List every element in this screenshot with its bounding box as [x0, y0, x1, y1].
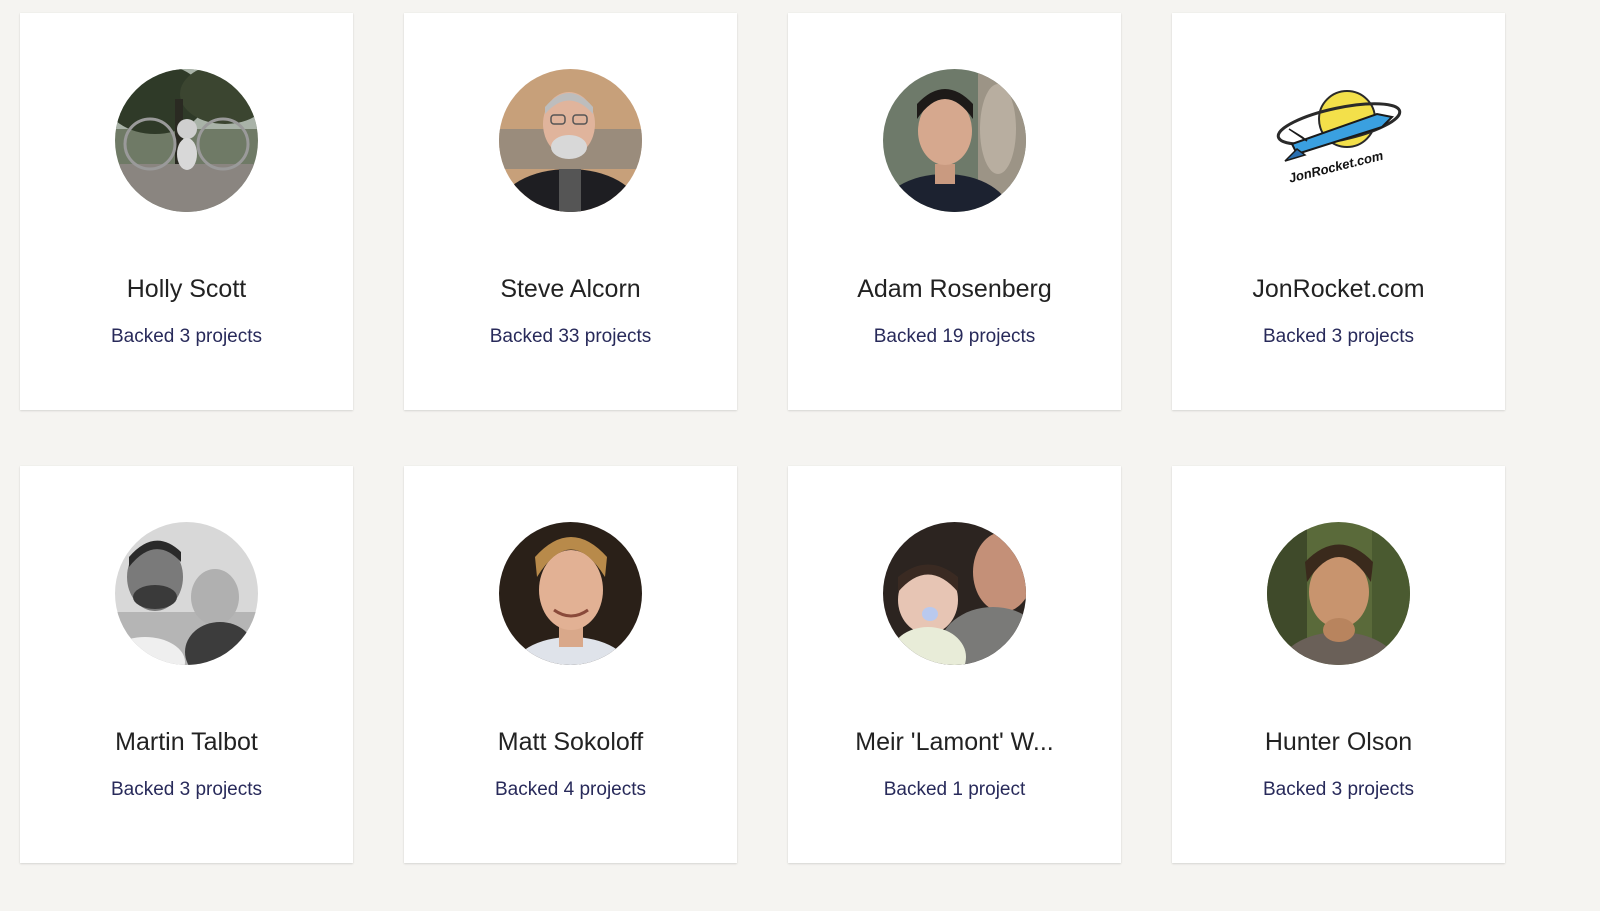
backer-card[interactable]: JonRocket.com JonRocket.com Backed 3 pro…: [1172, 13, 1505, 410]
backed-count-link[interactable]: Backed 3 projects: [20, 326, 353, 348]
backed-count-link[interactable]: Backed 19 projects: [788, 326, 1121, 348]
photo-man-icon[interactable]: [883, 69, 1026, 212]
backed-count-link[interactable]: Backed 1 project: [788, 779, 1121, 801]
backed-count-link[interactable]: Backed 33 projects: [404, 326, 737, 348]
backed-count-link[interactable]: Backed 3 projects: [20, 779, 353, 801]
backer-card[interactable]: Holly Scott Backed 3 projects: [20, 13, 353, 410]
backer-name[interactable]: Martin Talbot: [20, 728, 353, 757]
photo-man-glasses-icon[interactable]: [499, 69, 642, 212]
photo-man-child-icon[interactable]: [115, 522, 258, 665]
backer-card[interactable]: Hunter Olson Backed 3 projects: [1172, 466, 1505, 863]
photo-man-smiling-icon[interactable]: [499, 522, 642, 665]
backer-card[interactable]: Meir 'Lamont' W... Backed 1 project: [788, 466, 1121, 863]
backer-name[interactable]: Meir 'Lamont' W...: [788, 728, 1121, 757]
backer-name[interactable]: Adam Rosenberg: [788, 275, 1121, 304]
backer-card[interactable]: Adam Rosenberg Backed 19 projects: [788, 13, 1121, 410]
backer-name[interactable]: Holly Scott: [20, 275, 353, 304]
backer-name[interactable]: Matt Sokoloff: [404, 728, 737, 757]
backer-card[interactable]: Steve Alcorn Backed 33 projects: [404, 13, 737, 410]
backer-card[interactable]: Martin Talbot Backed 3 projects: [20, 466, 353, 863]
photo-man-thinking-icon[interactable]: [1267, 522, 1410, 665]
backer-card[interactable]: Matt Sokoloff Backed 4 projects: [404, 466, 737, 863]
backer-name[interactable]: JonRocket.com: [1172, 275, 1505, 304]
rocket-logo-icon[interactable]: JonRocket.com: [1267, 69, 1410, 212]
backer-name[interactable]: Hunter Olson: [1172, 728, 1505, 757]
backed-count-link[interactable]: Backed 3 projects: [1172, 326, 1505, 348]
backed-count-link[interactable]: Backed 3 projects: [1172, 779, 1505, 801]
backer-name[interactable]: Steve Alcorn: [404, 275, 737, 304]
photo-park-icon[interactable]: [115, 69, 258, 212]
backers-grid: Holly Scott Backed 3 projects Steve Alco…: [20, 13, 1505, 863]
backed-count-link[interactable]: Backed 4 projects: [404, 779, 737, 801]
photo-baby-icon[interactable]: [883, 522, 1026, 665]
